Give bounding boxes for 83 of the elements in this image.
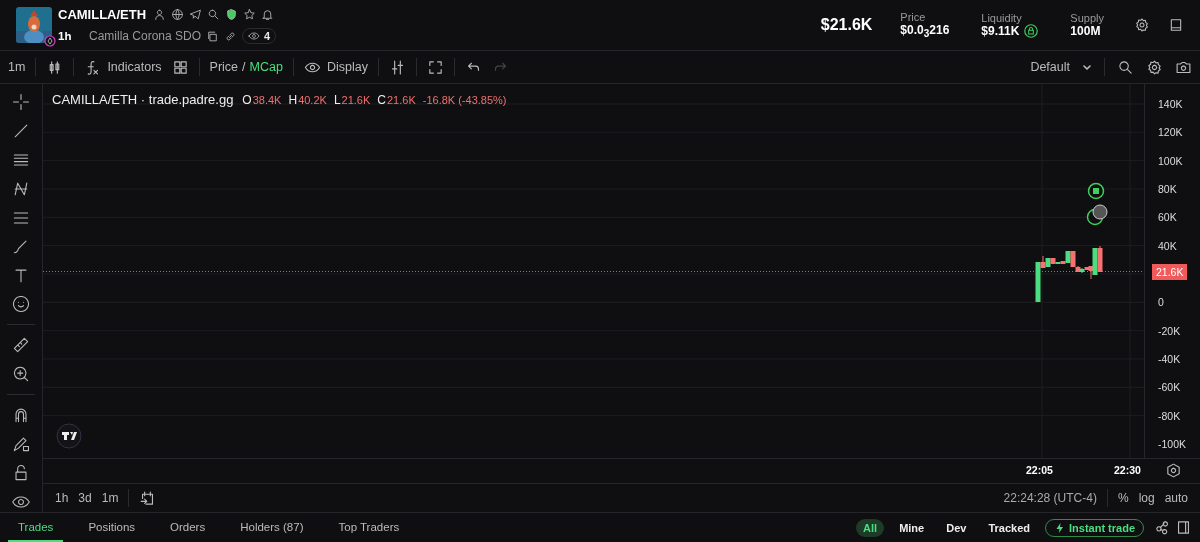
ohlc-value: O38.4K xyxy=(242,92,282,107)
price-axis-label: 140K xyxy=(1157,97,1184,112)
price-axis-label: 40K xyxy=(1157,238,1178,254)
filter-pill[interactable]: Mine xyxy=(892,518,932,537)
range-button[interactable]: 1h xyxy=(55,491,69,505)
price-axis-label: 100K xyxy=(1157,153,1184,169)
stat-label: Price xyxy=(900,10,927,23)
ohlc-value: C21.6K xyxy=(377,92,416,107)
fullscreen-icon[interactable] xyxy=(426,58,444,76)
toggle-separator: / xyxy=(242,60,246,74)
lightning-icon xyxy=(1054,521,1066,534)
search-icon[interactable] xyxy=(1117,58,1134,76)
current-price-tag: 21.6K xyxy=(1152,264,1188,280)
chain-icon xyxy=(44,35,56,47)
eye-icon xyxy=(248,30,261,42)
bell-icon[interactable] xyxy=(261,7,275,21)
layout-dropdown[interactable]: Default xyxy=(1030,60,1092,74)
token-name: Camilla Corona SDO xyxy=(89,29,202,43)
caret-icon xyxy=(1082,62,1092,72)
shield-icon[interactable] xyxy=(225,7,239,21)
filter-pill[interactable]: Tracked xyxy=(981,518,1037,537)
chart-title: CAMILLA/ETH · trade.padre.gg xyxy=(52,92,234,107)
clock: 22:24:28 (UTC-4) xyxy=(1003,491,1097,505)
smiley-icon[interactable] xyxy=(11,294,31,315)
search-icon[interactable] xyxy=(207,7,221,21)
panel-icon[interactable] xyxy=(1175,519,1192,536)
grid-icon[interactable] xyxy=(171,58,189,76)
trade-marker-icon xyxy=(1087,182,1105,200)
price-axis-label: -100K xyxy=(1157,436,1188,452)
stat-label: Liquidity xyxy=(981,12,1023,24)
interval-button[interactable]: 1m xyxy=(8,60,26,74)
settings-icon[interactable] xyxy=(1134,17,1150,33)
price-axis-label: -80K xyxy=(1157,408,1182,424)
globe-icon[interactable] xyxy=(171,7,185,21)
time-axis-label: 22:30 xyxy=(1114,464,1141,476)
price-axis-label: 120K xyxy=(1157,125,1184,141)
bottom-tab[interactable]: Orders xyxy=(160,513,216,542)
price-axis-label: 0 xyxy=(1157,295,1165,311)
time-axis-label: 22:05 xyxy=(1026,464,1053,476)
stat-value: $0.0$_{3}$216 xyxy=(900,22,950,40)
star-icon[interactable] xyxy=(243,7,257,21)
stat-label: Supply xyxy=(1070,12,1104,24)
bottom-tab[interactable]: Holders (87) xyxy=(230,513,314,542)
token-age: 1h xyxy=(58,30,73,42)
settings-icon[interactable] xyxy=(1146,58,1163,76)
trade-marker-icon xyxy=(1086,204,1108,226)
range-button[interactable]: 3d xyxy=(78,491,92,505)
panel-icon[interactable] xyxy=(1168,17,1184,33)
logo-icon[interactable] xyxy=(56,423,82,449)
indicators-button[interactable]: Indicators xyxy=(84,58,162,76)
price-axis-label: -60K xyxy=(1157,380,1182,396)
price-axis-label: 60K xyxy=(1157,210,1178,226)
settings-icon[interactable] xyxy=(1165,462,1182,479)
price-mode-toggle[interactable]: Price xyxy=(209,60,239,74)
ohlc-value: H40.2K xyxy=(288,92,327,107)
scale-option[interactable]: auto xyxy=(1164,491,1188,505)
scale-option[interactable]: log xyxy=(1138,491,1155,505)
filter-pill[interactable]: Dev xyxy=(939,518,974,537)
price-axis-label: 80K xyxy=(1157,182,1178,197)
price-mode-toggle[interactable]: MCap xyxy=(249,60,283,74)
watcher-count: 4 xyxy=(264,30,271,42)
bottom-tab[interactable]: Positions xyxy=(78,513,146,542)
market-cap: $21.6K xyxy=(820,16,873,34)
person-icon[interactable] xyxy=(153,7,167,21)
display-button[interactable]: Display xyxy=(303,58,368,76)
price-axis-label: -20K xyxy=(1157,323,1182,339)
ohlc-value: L21.6K xyxy=(333,92,371,107)
price-change: -16.8K (-43.85%) xyxy=(422,93,507,106)
filter-pill[interactable]: All xyxy=(856,518,885,537)
bottom-tab[interactable]: Top Traders xyxy=(328,513,410,542)
crosshair-icon[interactable] xyxy=(11,92,31,112)
stat-value: $9.11K xyxy=(981,24,1020,38)
link-icon[interactable] xyxy=(224,29,238,43)
range-button[interactable]: 1m xyxy=(101,491,119,505)
telegram-icon[interactable] xyxy=(189,7,203,21)
scale-option[interactable]: % xyxy=(1117,491,1129,505)
bottom-tab[interactable]: Trades xyxy=(8,513,64,542)
copy-icon[interactable] xyxy=(206,29,220,43)
candles-drawing xyxy=(1035,245,1103,303)
price-axis-label: -40K xyxy=(1157,351,1182,367)
token-pair: CAMILLA/ETH xyxy=(58,6,147,22)
stat-value: 100M xyxy=(1070,24,1101,38)
nodes-icon[interactable] xyxy=(1154,519,1171,536)
